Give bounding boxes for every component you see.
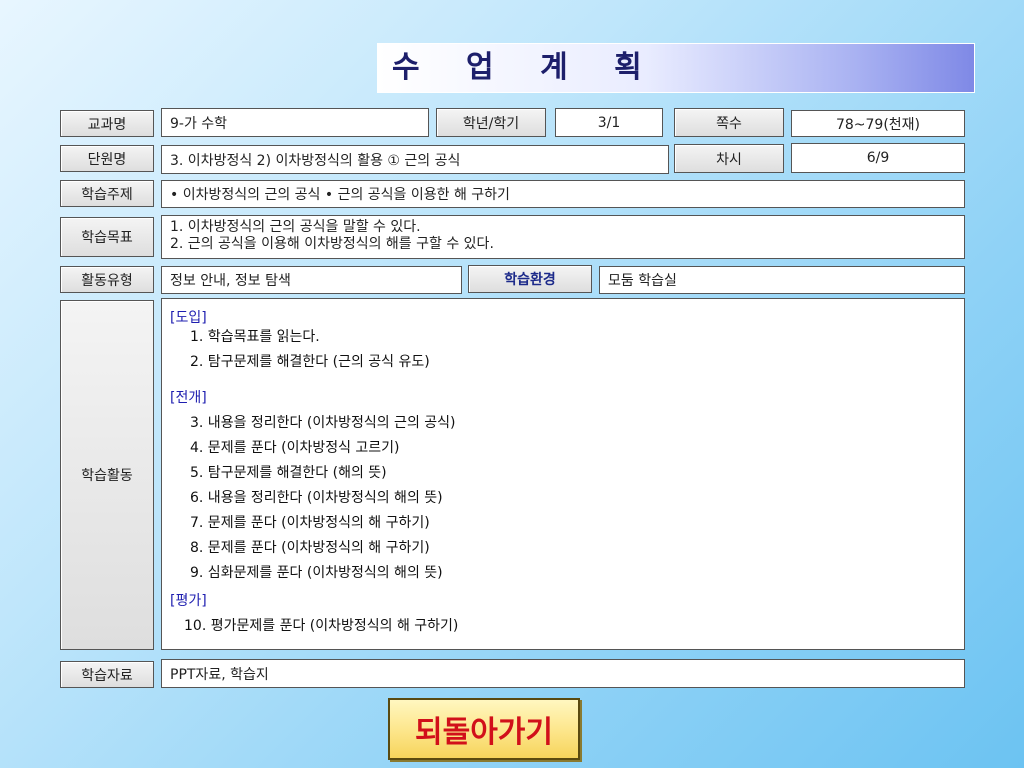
grade-label: 학년/학기	[436, 108, 546, 137]
eval-heading: [평가]	[170, 593, 207, 609]
unit-label: 단원명	[60, 145, 154, 172]
topic-label: 학습주제	[60, 180, 154, 207]
session-label: 차시	[674, 144, 784, 173]
intro-heading: [도입]	[170, 310, 207, 326]
back-button[interactable]: 되돌아가기	[388, 698, 580, 760]
material-label: 학습자료	[60, 661, 154, 688]
dev-item-4: 4. 문제를 푼다 (이차방정식 고르기)	[190, 440, 400, 456]
type-label: 활동유형	[60, 266, 154, 293]
session-value: 6/9	[791, 143, 965, 173]
grade-value: 3/1	[555, 108, 663, 137]
activity-content: [도입] 1. 학습목표를 읽는다. 2. 탐구문제를 해결한다 (근의 공식 …	[161, 298, 965, 650]
subject-label: 교과명	[60, 110, 154, 137]
pages-value: 78~79(천재)	[791, 110, 965, 137]
dev-item-6: 6. 내용을 정리한다 (이차방정식의 해의 뜻)	[190, 490, 443, 506]
intro-item-1: 1. 학습목표를 읽는다.	[190, 329, 320, 345]
dev-item-8: 8. 문제를 푼다 (이차방정식의 해 구하기)	[190, 540, 430, 556]
goal-label: 학습목표	[60, 217, 154, 257]
dev-heading: [전개]	[170, 390, 207, 406]
dev-item-3: 3. 내용을 정리한다 (이차방정식의 근의 공식)	[190, 415, 456, 431]
topic-value: • 이차방정식의 근의 공식 • 근의 공식을 이용한 해 구하기	[161, 180, 965, 208]
dev-item-5: 5. 탐구문제를 해결한다 (해의 뜻)	[190, 465, 387, 481]
material-value: PPT자료, 학습지	[161, 659, 965, 688]
dev-item-9: 9. 심화문제를 푼다 (이차방정식의 해의 뜻)	[190, 565, 443, 581]
unit-value: 3. 이차방정식 2) 이차방정식의 활용 ① 근의 공식	[161, 145, 669, 174]
env-value: 모둠 학습실	[599, 266, 965, 294]
eval-item-10: 10. 평가문제를 푼다 (이차방정식의 해 구하기)	[184, 618, 459, 634]
type-value: 정보 안내, 정보 탐색	[161, 266, 462, 294]
pages-label: 쪽수	[674, 108, 784, 137]
activity-label: 학습활동	[60, 300, 154, 650]
intro-item-2: 2. 탐구문제를 해결한다 (근의 공식 유도)	[190, 354, 430, 370]
goal-value: 1. 이차방정식의 근의 공식을 말할 수 있다. 2. 근의 공식을 이용해 …	[161, 215, 965, 259]
env-label: 학습환경	[468, 265, 592, 293]
goal-item-2: 2. 근의 공식을 이용해 이차방정식의 해를 구할 수 있다.	[170, 236, 494, 252]
subject-value: 9-가 수학	[161, 108, 429, 137]
goal-item-1: 1. 이차방정식의 근의 공식을 말할 수 있다.	[170, 219, 421, 235]
page-title: 수 업 계 획	[392, 50, 660, 85]
dev-item-7: 7. 문제를 푼다 (이차방정식의 해 구하기)	[190, 515, 430, 531]
